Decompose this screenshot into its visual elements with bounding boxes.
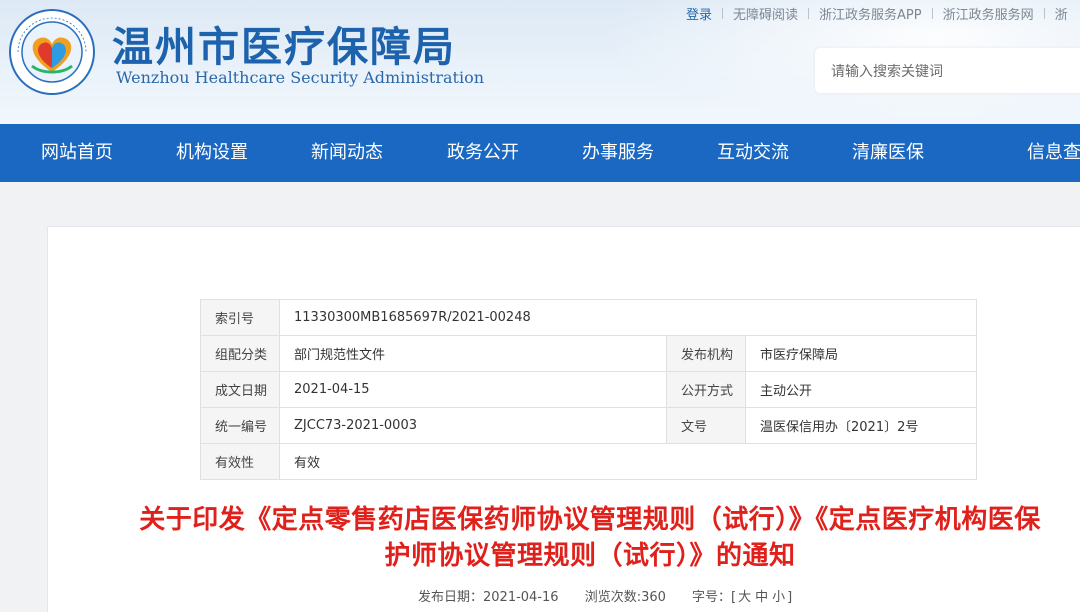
document-title-line-2: 护师协议管理规则（试行）》的通知 [384,541,796,571]
unified-code-label: 统一编号 [200,407,280,444]
document-metadata-table: 索引号 11330300MB1685697R/2021-00248 组配分类 部… [200,299,977,480]
table-row: 有效性 有效 [200,443,977,480]
publisher-label: 发布机构 [666,335,746,372]
date-label: 成文日期 [200,371,280,408]
nav-item-home[interactable]: 网站首页 [41,124,113,182]
table-row: 成文日期 2021-04-15 公开方式 主动公开 [200,371,977,408]
site-logo-icon[interactable] [8,8,96,96]
top-links-bar: 登录 无障碍阅读 浙江政务服务APP 浙江政务服务网 浙 [686,4,1068,23]
nav-item-info-query[interactable]: 信息查 [1027,124,1080,182]
site-header: 温州市医疗保障局 Wenzhou Healthcare Security Adm… [0,0,1080,124]
nav-item-services[interactable]: 办事服务 [582,124,654,182]
nav-item-news[interactable]: 新闻动态 [311,124,383,182]
font-size-medium-button[interactable]: 中 [755,590,768,605]
view-count: 浏览次数:360 [584,590,666,605]
table-row: 组配分类 部门规范性文件 发布机构 市医疗保障局 [200,335,977,372]
validity-value: 有效 [279,443,977,480]
divider [722,8,724,19]
document-title-line-1: 关于印发《定点零售药店医保药师协议管理规则（试行）》《定点医疗机构医保 [139,505,1041,535]
date-value: 2021-04-15 [279,371,667,408]
category-label: 组配分类 [200,335,280,372]
index-label: 索引号 [200,299,280,336]
validity-label: 有效性 [200,443,280,480]
unified-code-value: ZJCC73-2021-0003 [279,407,667,444]
document-info-bar: 发布日期：2021-04-16 浏览次数:360 字号：[大中小] [418,586,792,605]
document-title: 关于印发《定点零售药店医保药师协议管理规则（试行）》《定点医疗机构医保 护师协议… [100,502,1080,574]
divider [931,8,933,19]
main-nav: 网站首页 机构设置 新闻动态 政务公开 办事服务 互动交流 清廉医保 信息查 [0,124,1080,182]
truncated-link[interactable]: 浙 [1055,4,1068,23]
table-row: 索引号 11330300MB1685697R/2021-00248 [200,299,977,336]
nav-item-organization[interactable]: 机构设置 [176,124,248,182]
open-mode-value: 主动公开 [745,371,977,408]
search-input[interactable] [829,60,1073,84]
table-row: 统一编号 ZJCC73-2021-0003 文号 温医保信用办〔2021〕2号 [200,407,977,444]
publish-date: 发布日期：2021-04-16 [418,590,559,605]
font-size-small-button[interactable]: 小 [772,590,785,605]
nav-item-integrity[interactable]: 清廉医保 [852,124,924,182]
login-link[interactable]: 登录 [686,4,712,23]
nav-item-interaction[interactable]: 互动交流 [717,124,789,182]
accessible-reading-link[interactable]: 无障碍阅读 [733,4,798,23]
publisher-value: 市医疗保障局 [745,335,977,372]
font-size-label: 字号：[ [692,590,737,605]
search-box [815,48,1080,93]
zhejiang-app-link[interactable]: 浙江政务服务APP [819,4,922,23]
doc-number-value: 温医保信用办〔2021〕2号 [745,407,977,444]
site-title: 温州市医疗保障局 [112,23,456,71]
zhejiang-service-web-link[interactable]: 浙江政务服务网 [943,4,1034,23]
font-size-bracket: ] [787,590,793,605]
divider [1043,8,1045,19]
font-size-large-button[interactable]: 大 [738,590,751,605]
index-value: 11330300MB1685697R/2021-00248 [279,299,977,336]
divider [808,8,810,19]
site-subtitle: Wenzhou Healthcare Security Administrati… [116,68,485,87]
doc-number-label: 文号 [666,407,746,444]
nav-item-government-affairs[interactable]: 政务公开 [447,124,519,182]
category-value: 部门规范性文件 [279,335,667,372]
open-mode-label: 公开方式 [666,371,746,408]
